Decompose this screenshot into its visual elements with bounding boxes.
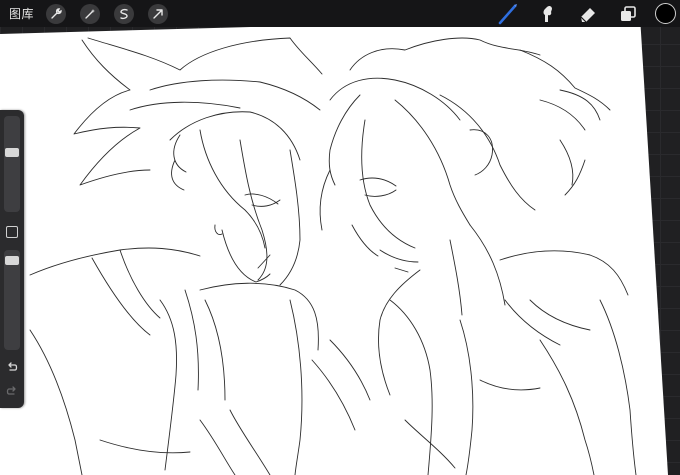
- top-toolbar: 图库: [0, 0, 680, 27]
- brush-size-slider[interactable]: [4, 116, 20, 212]
- brush-icon: [498, 3, 517, 24]
- transform-button[interactable]: [148, 3, 169, 24]
- eraser-icon: [580, 7, 595, 22]
- left-sidebar: [0, 110, 24, 408]
- transform-arrow-icon: [153, 8, 163, 19]
- canvas-artwork[interactable]: [0, 0, 680, 475]
- magic-wand-icon: [85, 8, 96, 19]
- actions-button[interactable]: [46, 3, 67, 24]
- selection-button[interactable]: [114, 3, 135, 24]
- brush-size-thumb[interactable]: [5, 148, 19, 157]
- right-tool-group: [495, 0, 680, 27]
- smudge-icon: [543, 5, 552, 22]
- canvas-paper: [0, 16, 668, 475]
- layers-icon: [621, 5, 636, 21]
- redo-icon[interactable]: [5, 384, 19, 398]
- canvas-area[interactable]: [0, 0, 680, 475]
- wrench-icon: [51, 7, 62, 19]
- modify-button[interactable]: [6, 226, 18, 238]
- layers-button[interactable]: [615, 3, 641, 25]
- smudge-tool-button[interactable]: [535, 3, 561, 25]
- opacity-slider[interactable]: [4, 250, 20, 350]
- undo-icon[interactable]: [5, 360, 19, 374]
- color-picker-button[interactable]: [655, 3, 676, 24]
- gallery-button[interactable]: 图库: [9, 5, 34, 22]
- eraser-tool-button[interactable]: [575, 3, 601, 25]
- opacity-thumb[interactable]: [5, 256, 19, 265]
- brush-tool-button[interactable]: [495, 3, 521, 25]
- selection-icon: [120, 8, 128, 19]
- adjustments-button[interactable]: [80, 3, 101, 24]
